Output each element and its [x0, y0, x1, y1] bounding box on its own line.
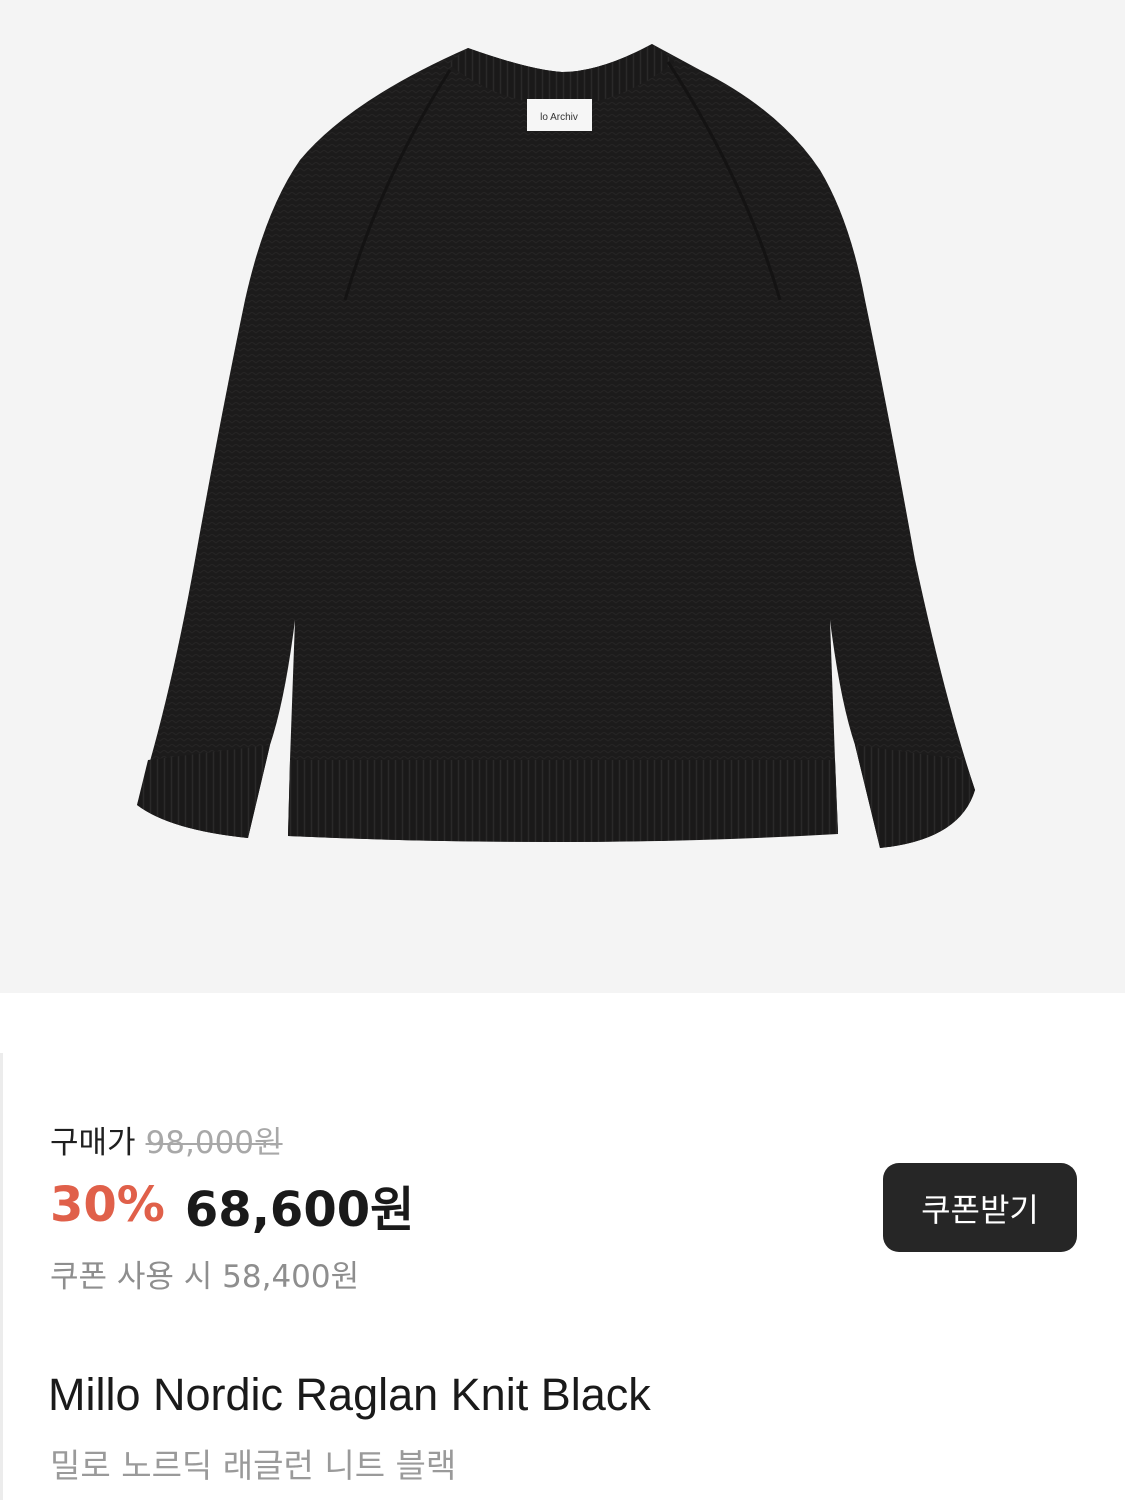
price-label: 구매가: [50, 1124, 136, 1161]
price-label-row: 구매가 98,000원: [50, 1117, 283, 1161]
sweater-image: lo Archiv: [137, 44, 975, 848]
get-coupon-button[interactable]: 쿠폰받기: [883, 1163, 1077, 1252]
sale-price-row: 30% 68,600원: [50, 1175, 414, 1238]
brand-tag-text: lo Archiv: [540, 112, 578, 123]
coupon-price: 쿠폰 사용 시 58,400원: [50, 1259, 360, 1295]
divider: [0, 1053, 3, 1500]
product-info-panel: 구매가 98,000원 30% 68,600원 쿠폰 사용 시 58,400원 …: [0, 993, 1125, 1500]
product-name-korean: 밀로 노르딕 래글런 니트 블랙: [50, 1446, 457, 1485]
product-image[interactable]: lo Archiv: [0, 0, 1125, 993]
sale-price: 68,600원: [184, 1182, 415, 1238]
product-name: Millo Nordic Raglan Knit Black: [48, 1369, 651, 1420]
discount-rate: 30%: [50, 1177, 165, 1233]
original-price: 98,000원: [145, 1124, 283, 1161]
